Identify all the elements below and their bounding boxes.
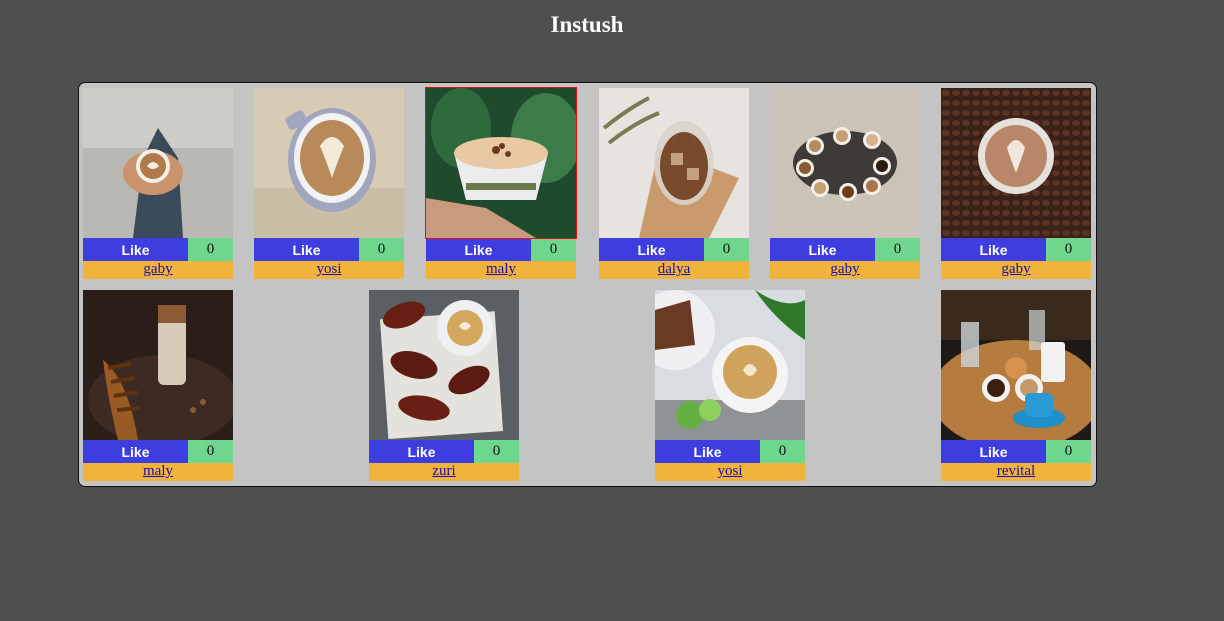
post-card: Like 0 zuri [369,290,519,481]
post-card: Like 0 dalya [599,88,749,279]
post-card: Like 0 revital [941,290,1091,481]
photo-gallery: Like 0 gaby Like 0 yosi Like 0 maly Like… [78,82,1097,487]
username-link[interactable]: zuri [432,463,455,479]
like-count: 0 [188,238,233,261]
like-button[interactable]: Like [83,238,188,261]
username-link[interactable]: maly [486,261,516,277]
post-image-latte-art-cup[interactable] [254,88,404,238]
like-count: 0 [1046,440,1091,463]
username-link[interactable]: maly [143,463,173,479]
like-button[interactable]: Like [426,238,531,261]
like-button[interactable]: Like [83,440,188,463]
post-card: Like 0 maly [83,290,233,481]
like-count: 0 [760,440,805,463]
like-count: 0 [359,238,404,261]
username-link[interactable]: gaby [143,261,172,277]
post-image-hands-holding-latte[interactable] [83,88,233,238]
post-card: Like 0 gaby [941,88,1091,279]
like-count: 0 [531,238,576,261]
like-count: 0 [474,440,519,463]
post-image-hand-holding-cappuccino[interactable] [425,87,577,239]
like-button[interactable]: Like [770,238,875,261]
post-image-latte-on-coffee-beans[interactable] [941,88,1091,238]
username-link[interactable]: gaby [1001,261,1030,277]
like-button[interactable]: Like [941,440,1046,463]
like-count: 0 [188,440,233,463]
like-count: 0 [1046,238,1091,261]
like-button[interactable]: Like [941,238,1046,261]
username-link[interactable]: gaby [830,261,859,277]
page-title: Instush [550,12,624,37]
post-image-iced-coffee-glass[interactable] [599,88,749,238]
username-link[interactable]: revital [997,463,1035,479]
username-link[interactable]: dalya [658,261,690,277]
post-image-coffee-table-with-cups[interactable] [941,290,1091,440]
post-image-latte-with-cake-and-lime[interactable] [655,290,805,440]
post-card: Like 0 gaby [83,88,233,279]
post-card: Like 0 yosi [655,290,805,481]
like-count: 0 [875,238,920,261]
like-count: 0 [704,238,749,261]
post-card: Like 0 yosi [254,88,404,279]
post-card: Like 0 maly [425,87,577,279]
post-card: Like 0 gaby [770,88,920,279]
username-link[interactable]: yosi [717,463,742,479]
like-button[interactable]: Like [599,238,704,261]
post-image-pastries-and-latte[interactable] [369,290,519,440]
like-button[interactable]: Like [655,440,760,463]
post-image-croissant-and-milkshake[interactable] [83,290,233,440]
like-button[interactable]: Like [254,238,359,261]
post-image-coffee-cups-circle[interactable] [770,88,920,238]
like-button[interactable]: Like [369,440,474,463]
username-link[interactable]: yosi [316,261,341,277]
